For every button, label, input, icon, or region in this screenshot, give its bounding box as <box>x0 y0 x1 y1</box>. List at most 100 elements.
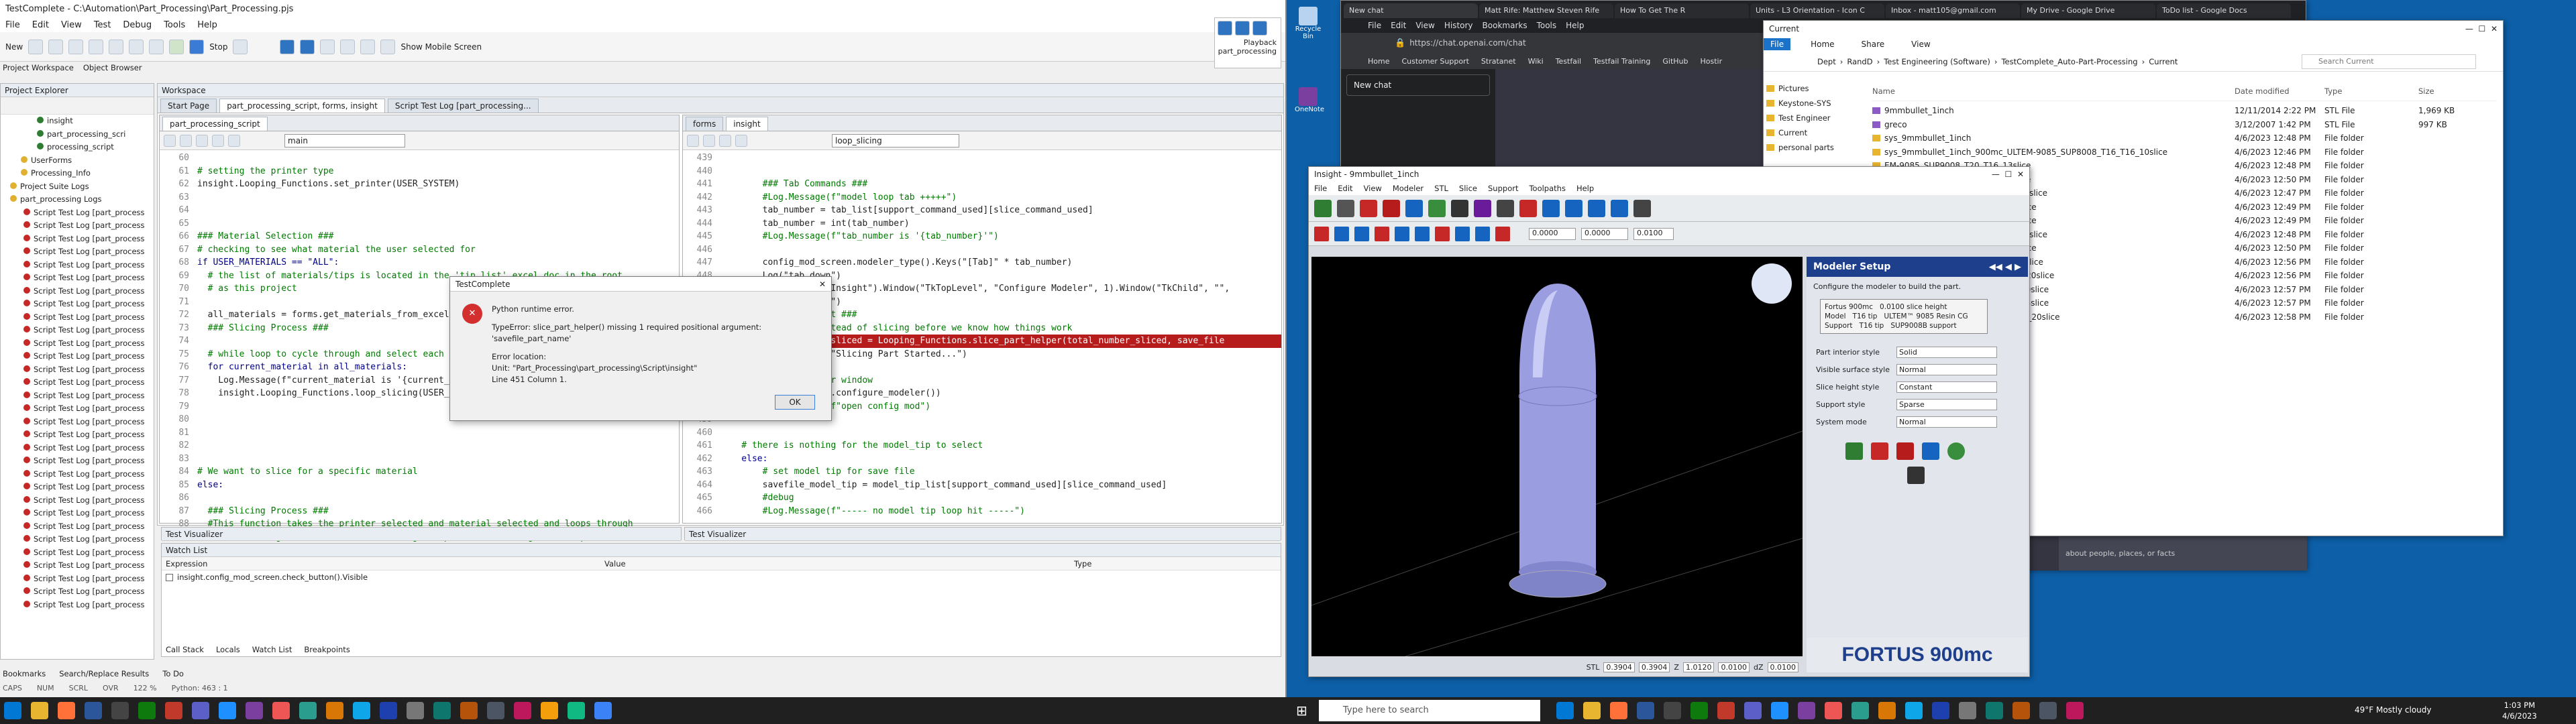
tree-item[interactable]: Script Test Log [part_process <box>5 219 154 233</box>
taskbar-app-icon[interactable] <box>1717 702 1735 719</box>
taskbar-app-icon[interactable] <box>1637 702 1654 719</box>
taskbar-app-icon[interactable] <box>1610 702 1627 719</box>
path-segment[interactable]: Test Engineering (Software) <box>1884 57 1990 66</box>
code-line[interactable]: 462 else: <box>683 452 1281 466</box>
desktop-icon-recycle[interactable]: Recycle Bin <box>1295 7 1322 40</box>
path-segment[interactable]: Current <box>2149 57 2178 66</box>
taskbar-app-icon[interactable] <box>514 702 531 719</box>
taskbar-app-icon[interactable] <box>85 702 102 719</box>
bookmark-item[interactable]: Wiki <box>1528 57 1544 66</box>
taskbar-app-icon[interactable] <box>272 702 290 719</box>
tree-item[interactable]: Script Test Log [part_process <box>5 285 154 298</box>
browser-menu-item[interactable]: Tools <box>1537 21 1557 30</box>
clock[interactable]: 1:03 PM 4/6/2023 <box>2502 700 2537 721</box>
tree-item[interactable]: Script Test Log [part_process <box>5 376 154 389</box>
browser-menu-item[interactable]: Bookmarks <box>1483 21 1527 30</box>
bookmark-icon[interactable] <box>228 134 240 147</box>
code-line[interactable]: 63 <box>160 191 679 204</box>
code-line[interactable]: 441 ### Tab Commands ### <box>683 178 1281 191</box>
browser-tab[interactable]: My Drive - Google Drive <box>2021 3 2155 18</box>
insight-tool2-icon[interactable] <box>1334 226 1349 241</box>
taskbar-app-icon[interactable] <box>326 702 343 719</box>
insight-tool2-icon[interactable] <box>1395 226 1409 241</box>
taskbar-app-icon[interactable] <box>165 702 182 719</box>
tab-script-test-log[interactable]: Script Test Log [part_processing... <box>387 99 539 113</box>
flag-icon[interactable] <box>1845 442 1863 460</box>
menu-file[interactable]: File <box>5 20 20 30</box>
code-line[interactable]: 65 <box>160 217 679 231</box>
pause-icon[interactable] <box>300 39 315 54</box>
outdent-icon[interactable] <box>212 134 224 147</box>
insight-menu-item[interactable]: Help <box>1576 184 1594 193</box>
toolpath-icon[interactable] <box>1922 442 1939 460</box>
explorer-window-controls[interactable]: — ☐ ✕ <box>2465 24 2498 34</box>
tree-item[interactable]: Script Test Log [part_process <box>5 324 154 337</box>
taskbar-app-icon[interactable] <box>487 702 504 719</box>
taskbar-app-icon[interactable] <box>541 702 558 719</box>
taskbar-app-icon[interactable] <box>219 702 236 719</box>
code-line[interactable]: 85 else: <box>160 479 679 492</box>
taskbar-app-icon[interactable] <box>192 702 209 719</box>
insight-tool-icon[interactable] <box>1383 199 1400 217</box>
tab-insight[interactable]: insight <box>726 117 768 131</box>
tab-part-processing[interactable]: part_processing_script, forms, insight <box>219 99 385 113</box>
insight-tool2-icon[interactable] <box>1435 226 1450 241</box>
uncomment-icon[interactable] <box>180 134 192 147</box>
support-icon[interactable] <box>1896 442 1914 460</box>
taskbar-app-icon[interactable] <box>1556 702 1574 719</box>
insight-menu-item[interactable]: Support <box>1488 184 1518 193</box>
tree-item[interactable]: Script Test Log [part_process <box>5 428 154 442</box>
tree-item[interactable]: Script Test Log [part_process <box>5 402 154 416</box>
insight-tool-icon[interactable] <box>1565 199 1582 217</box>
save-all-icon[interactable] <box>68 39 84 54</box>
code-line[interactable]: 444 tab_number = int(tab_number) <box>683 217 1281 231</box>
ribbon-tab[interactable]: File <box>1764 38 1791 50</box>
insight-menu-item[interactable]: Slice <box>1459 184 1477 193</box>
tree-item[interactable]: part_processing_scri <box>5 128 154 141</box>
modeler-field-select[interactable]: Constant <box>1896 381 1997 393</box>
modeler-field-select[interactable]: Sparse <box>1896 398 1997 410</box>
start-button[interactable]: ⊞ <box>1296 703 1312 719</box>
r-outdent-icon[interactable] <box>735 134 747 147</box>
tree-item[interactable]: UserForms <box>5 154 154 168</box>
taskbar-app-icon[interactable] <box>433 702 451 719</box>
browser-menu-item[interactable]: History <box>1444 21 1473 30</box>
code-line[interactable]: 447 config_mod_screen.modeler_type().Key… <box>683 256 1281 269</box>
code-line[interactable]: 68 if USER_MATERIALS == "ALL": <box>160 256 679 269</box>
file-row[interactable]: sys_9mmbullet_1inch 4/6/2023 12:48 PM File… <box>1872 131 2496 145</box>
modeler-field-select[interactable]: Normal <box>1896 363 1997 375</box>
watch-row[interactable]: insight.config_mod_screen.check_button()… <box>162 570 1281 584</box>
taskbar-app-icon[interactable] <box>353 702 370 719</box>
tree-item[interactable]: Script Test Log [part_process <box>5 259 154 272</box>
nav-item[interactable]: Keystone-SYS <box>1766 96 1860 111</box>
tree-item[interactable]: Script Test Log [part_process <box>5 559 154 572</box>
tab-watch-list[interactable]: Watch List <box>252 645 292 654</box>
code-line[interactable]: 82 <box>160 439 679 452</box>
insight-tool-icon[interactable] <box>1611 199 1628 217</box>
file-row[interactable]: sys_9mmbullet_1inch_900mc_ULTEM-9085_SUP… <box>1872 145 2496 160</box>
explorer-search[interactable]: Search Current <box>2302 54 2476 69</box>
tree-item[interactable]: Script Test Log [part_process <box>5 468 154 481</box>
tree-item[interactable]: Script Test Log [part_process <box>5 520 154 534</box>
insight-tool-icon[interactable] <box>1451 199 1468 217</box>
browser-menu-item[interactable]: View <box>1415 21 1434 30</box>
taskbar-app-icon[interactable] <box>299 702 317 719</box>
nav-arrows-icon[interactable]: ◀◀ ◀ ▶ <box>1989 262 2021 272</box>
taskbar-app-icon[interactable] <box>31 702 48 719</box>
right-routine-select[interactable]: loop_slicing <box>832 133 959 147</box>
desktop-icon-onenote[interactable]: OneNote <box>1295 87 1324 113</box>
bookmark-item[interactable]: Stratanet <box>1481 57 1516 66</box>
insight-tool-icon[interactable] <box>1314 199 1332 217</box>
menu-tools[interactable]: Tools <box>164 20 185 30</box>
browser-tab[interactable]: Matt Rife: Matthew Steven Rife <box>1479 3 1613 18</box>
insight-field-1[interactable]: 0.0000 <box>1529 227 1576 240</box>
insight-tool-icon[interactable] <box>1474 199 1491 217</box>
browser-tab[interactable]: ToDo list - Google Docs <box>2157 3 2291 18</box>
code-line[interactable]: 61 # setting the printer type <box>160 165 679 178</box>
tree-item[interactable]: Script Test Log [part_process <box>5 599 154 612</box>
undo-icon[interactable] <box>89 39 104 54</box>
bookmark-item[interactable]: GitHub <box>1662 57 1688 66</box>
tree-item[interactable]: Script Test Log [part_process <box>5 507 154 520</box>
nav-item[interactable]: personal parts <box>1766 140 1860 155</box>
taskbar-app-icon[interactable] <box>1798 702 1815 719</box>
